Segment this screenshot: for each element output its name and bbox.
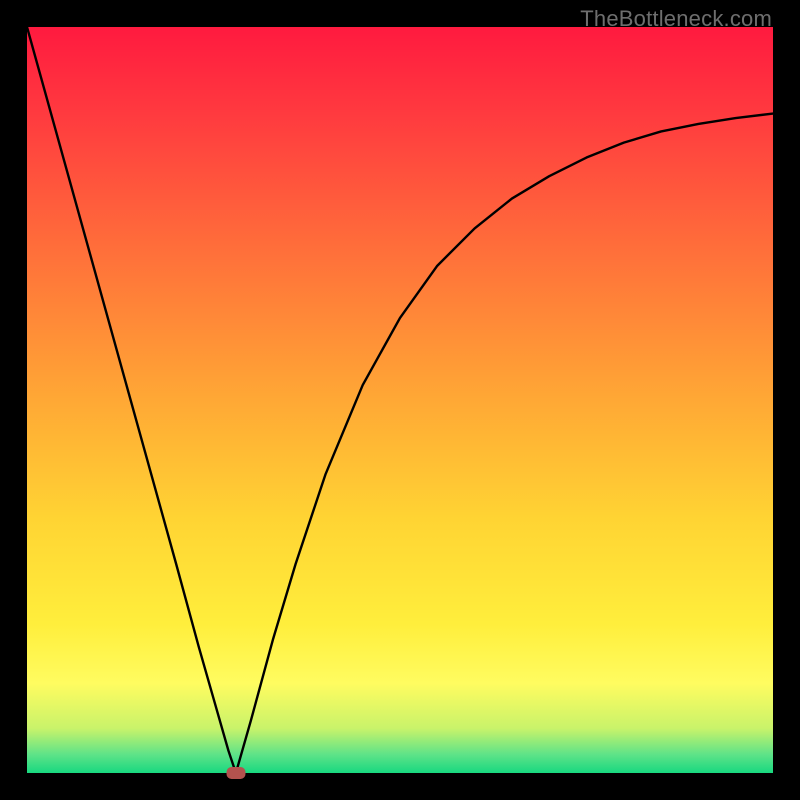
chart-frame	[27, 27, 773, 773]
bottleneck-marker	[226, 767, 245, 779]
chart-curve	[27, 27, 773, 773]
